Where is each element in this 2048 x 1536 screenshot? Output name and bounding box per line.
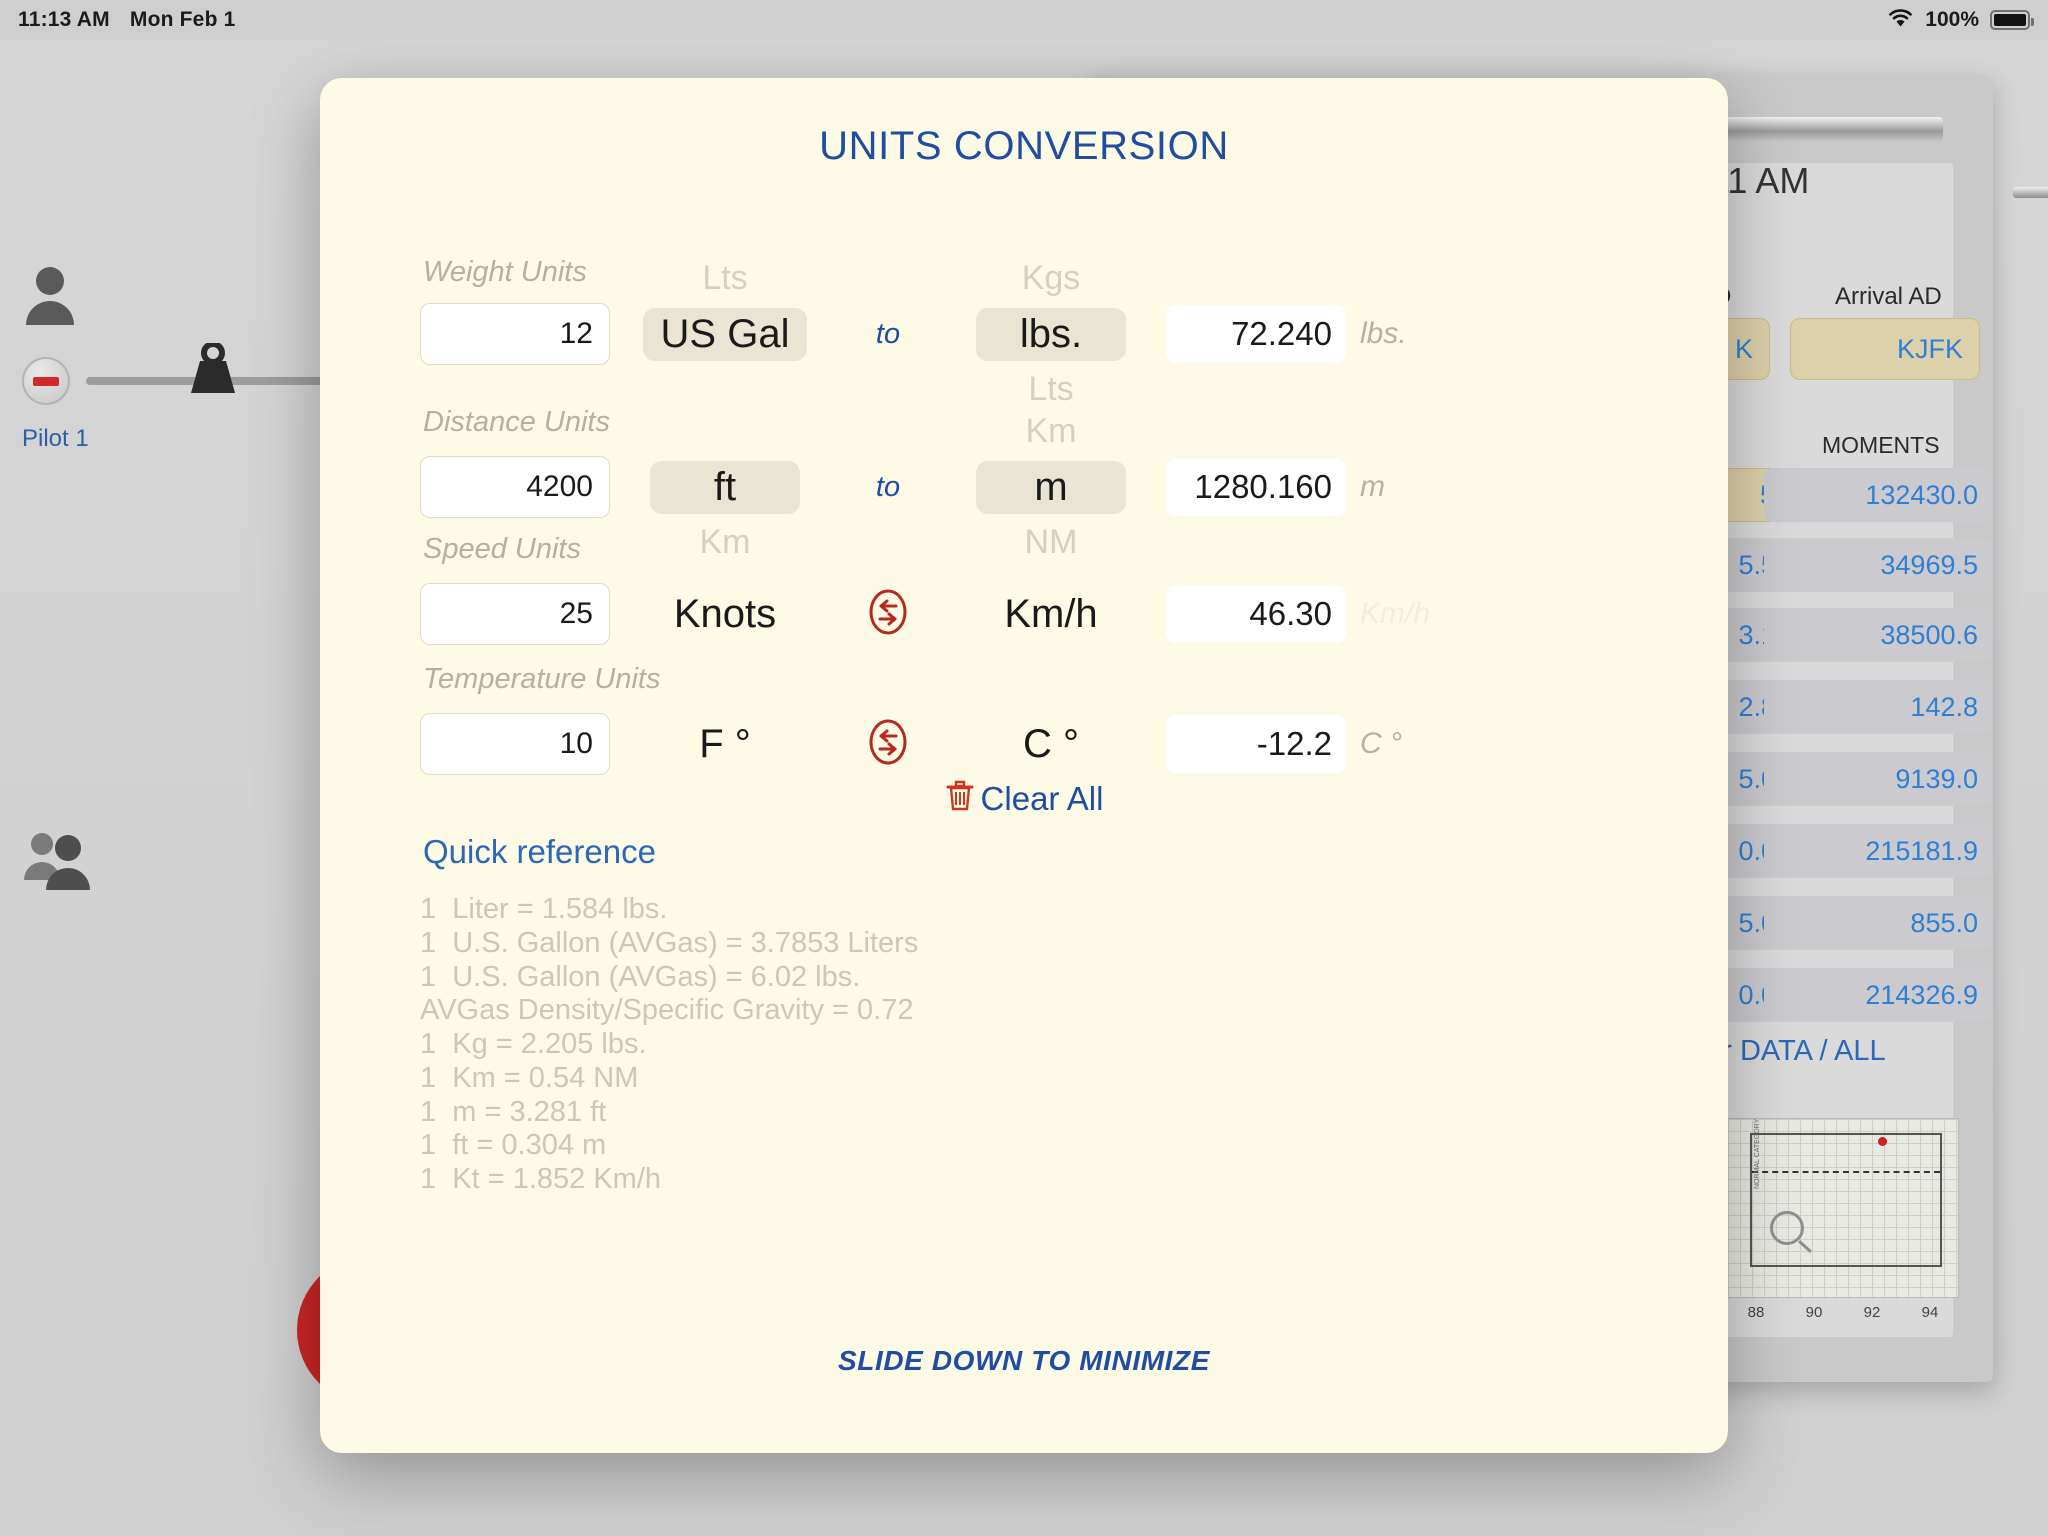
quick-reference-item: AVGas Density/Specific Gravity = 0.72: [420, 994, 914, 1027]
distance-from-ghost-down: Km: [699, 523, 751, 561]
swap-icon: [866, 589, 910, 640]
table-cell-moment: 215181.9: [1764, 824, 1992, 878]
quick-reference-item: 1 U.S. Gallon (AVGas) = 3.7853 Liters: [420, 926, 919, 959]
speed-units-label: Speed Units: [423, 533, 581, 565]
units-conversion-dialog: UNITS CONVERSION Weight Units 12 Lts US …: [320, 78, 1728, 1453]
arrival-ad-value[interactable]: KJFK: [1790, 318, 1980, 380]
temperature-to-unit-value: C °: [1023, 721, 1079, 766]
temperature-from-unit-value: F °: [699, 721, 751, 766]
moments-column-header: MOMENTS: [1822, 432, 1940, 458]
speed-from-unit-value: Knots: [673, 591, 777, 636]
distance-from-unit-value: ft: [650, 460, 800, 514]
temperature-conversion-row: 10 F ° C ° -12.2 C °: [420, 713, 1402, 775]
quick-reference-item: 1 Liter = 1.584 lbs.: [420, 893, 668, 925]
arrival-ad-header: Arrival AD: [1835, 283, 1942, 310]
screen: 11:13 AM Mon Feb 1 100% variant Pilot 1: [0, 0, 2048, 1536]
weight-result-unit: lbs.: [1360, 317, 1407, 350]
weight-icon: [185, 341, 241, 395]
distance-from-unit-picker[interactable]: ft Km: [610, 456, 840, 561]
status-date: Mon Feb 1: [129, 8, 236, 31]
weight-result: 72.240: [1166, 305, 1346, 363]
speed-result: 46.30: [1166, 585, 1346, 643]
weight-to-unit-value: lbs.: [976, 307, 1126, 361]
station-label-pilot-1: Pilot 1: [22, 425, 89, 452]
envelope-limit-line: [1752, 1171, 1940, 1173]
temperature-units-label: Temperature Units: [423, 663, 661, 695]
person-icon: [22, 265, 78, 332]
table-cell-moment: 9139.0: [1764, 752, 1992, 806]
clear-all-button[interactable]: Clear All: [320, 778, 1728, 820]
battery-percent: 100%: [1925, 8, 1979, 31]
weight-to-unit-picker[interactable]: Kgs lbs. Lts: [936, 259, 1166, 408]
distance-to-unit-value: m: [976, 460, 1126, 514]
quick-reference-list: 1 Liter = 1.584 lbs. 1 U.S. Gallon (AVGa…: [420, 893, 918, 1197]
slide-down-hint[interactable]: SLIDE DOWN TO MINIMIZE: [320, 1345, 1728, 1377]
distance-to-unit-picker[interactable]: Km m NM: [936, 412, 1166, 561]
weight-input[interactable]: 12: [420, 303, 610, 365]
wifi-icon: [1887, 8, 1914, 33]
envelope-boundary: [1750, 1133, 1942, 1267]
status-bar-right: 100%: [1887, 8, 2048, 33]
table-cell-moment: 214326.9: [1764, 968, 1992, 1022]
distance-result: 1280.160: [1166, 458, 1346, 516]
speed-swap-button[interactable]: [840, 589, 936, 640]
distance-conversion-row: 4200 ft Km to Km m NM 1280.160 m: [420, 412, 1385, 561]
quick-reference-item: 1 Kt = 1.852 Km/h: [420, 1163, 662, 1196]
dialog-title: UNITS CONVERSION: [819, 124, 1229, 168]
weight-operator-to: to: [875, 317, 901, 350]
envelope-tick-labels: 88 90 92 94: [1727, 1304, 1959, 1321]
status-bar: 11:13 AM Mon Feb 1 100%: [0, 0, 2048, 40]
trash-icon: [945, 778, 975, 820]
distance-result-unit: m: [1360, 470, 1385, 503]
quick-reference-item: 1 ft = 0.304 m: [420, 1129, 607, 1162]
temperature-swap-button[interactable]: [840, 719, 936, 770]
quick-reference-item: 1 Kg = 2.205 lbs.: [420, 1028, 647, 1061]
weight-units-label: Weight Units: [423, 256, 587, 288]
envelope-tick: 94: [1921, 1304, 1939, 1321]
swap-icon: [866, 719, 910, 770]
speed-result-unit: Km/h: [1360, 597, 1431, 630]
weight-to-ghost-up: Kgs: [1021, 259, 1081, 297]
envelope-axis-note: NORMAL CATEGORY: [1754, 1118, 1761, 1189]
people-icon: [22, 830, 98, 897]
distance-operator-to: to: [875, 470, 901, 503]
distance-to-ghost-down: NM: [1024, 523, 1078, 561]
speed-conversion-row: 25 Knots Km/h 46.30 Km/h: [420, 583, 1430, 645]
quick-reference-title: Quick reference: [423, 833, 656, 870]
table-cell-moment: 142.8: [1764, 680, 1992, 734]
magnifier-icon[interactable]: [1770, 1211, 1804, 1245]
distance-units-label: Distance Units: [423, 406, 610, 438]
weight-conversion-row: 12 Lts US Gal to Kgs lbs. Lts 72.240 lbs…: [420, 259, 1407, 408]
quick-reference-item: 1 m = 3.281 ft: [420, 1095, 607, 1128]
temperature-result-unit: C °: [1360, 727, 1402, 760]
temperature-result: -12.2: [1166, 715, 1346, 773]
battery-full-icon: [1990, 10, 2034, 30]
envelope-tick: 88: [1747, 1304, 1765, 1321]
weight-from-unit-value: US Gal: [642, 307, 808, 361]
distance-to-ghost-up: Km: [1025, 412, 1077, 450]
weight-to-ghost-down: Lts: [1028, 370, 1074, 408]
table-cell-moment: 132430.0: [1764, 468, 1992, 522]
table-cell-moment: 34969.5: [1764, 538, 1992, 592]
envelope-cg-point: [1878, 1137, 1887, 1146]
table-cell-moment: 855.0: [1764, 896, 1992, 950]
weight-from-ghost-up: Lts: [702, 259, 748, 297]
weight-from-unit-picker[interactable]: Lts US Gal: [610, 259, 840, 365]
status-time: 11:13 AM: [18, 8, 110, 31]
quick-reference-item: 1 U.S. Gallon (AVGas) = 6.02 lbs.: [420, 960, 861, 993]
envelope-tick: 90: [1805, 1304, 1823, 1321]
speed-input[interactable]: 25: [420, 583, 610, 645]
status-bar-left: 11:13 AM Mon Feb 1: [0, 8, 236, 32]
distance-input[interactable]: 4200: [420, 456, 610, 518]
speed-to-unit-value: Km/h: [1004, 591, 1098, 636]
cg-envelope-chart: NORMAL CATEGORY: [1727, 1118, 1959, 1298]
temperature-input[interactable]: 10: [420, 713, 610, 775]
envelope-tick: 92: [1863, 1304, 1881, 1321]
quick-reference-item: 1 Km = 0.54 NM: [420, 1061, 639, 1094]
clear-all-label: Clear All: [980, 780, 1104, 817]
table-cell-moment: 38500.6: [1764, 608, 1992, 662]
station-decrement-knob-pilot-1[interactable]: [22, 357, 70, 405]
